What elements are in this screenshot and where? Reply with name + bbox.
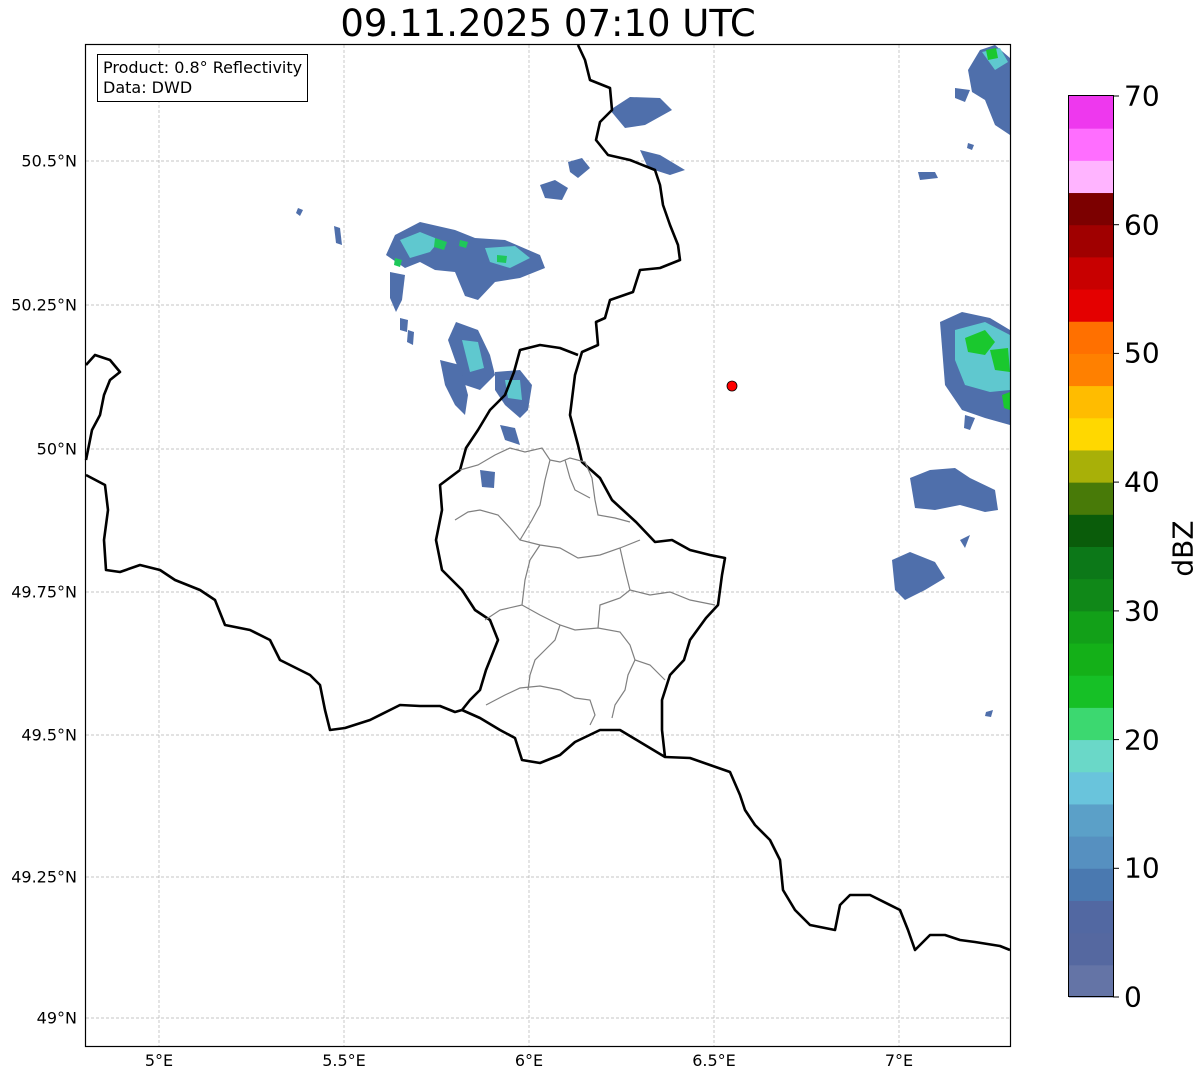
lat-tick-label: 50.25°N bbox=[11, 295, 77, 315]
colorbar-label: dBZ bbox=[1166, 520, 1200, 577]
national-borders bbox=[84, 44, 1011, 952]
lat-tick-label: 50°N bbox=[36, 439, 77, 459]
colorbar-bin bbox=[1069, 289, 1113, 322]
colorbar-bin bbox=[1069, 610, 1113, 644]
lon-tick-label: 6°E bbox=[514, 1051, 544, 1070]
border-france-luxembourg-germany bbox=[461, 708, 1011, 952]
colorbar-bin bbox=[1069, 353, 1113, 387]
colorbar-bin bbox=[1069, 578, 1113, 612]
colorbar-bin bbox=[1069, 96, 1113, 129]
lon-tick-label: 5°E bbox=[144, 1051, 174, 1070]
colorbar-bin bbox=[1069, 868, 1113, 901]
lon-tick-label: 7°E bbox=[884, 1051, 914, 1070]
data-source-label: Data: DWD bbox=[103, 78, 193, 97]
colorbar-bin bbox=[1069, 900, 1113, 934]
colorbar-bin bbox=[1069, 449, 1113, 483]
colorbar-bin bbox=[1069, 321, 1113, 354]
colorbar-bin bbox=[1069, 224, 1113, 258]
lon-tick-label: 6.5°E bbox=[692, 1051, 736, 1070]
product-label: Product: 0.8° Reflectivity bbox=[103, 58, 303, 77]
border-germany-belgium-luxembourg bbox=[568, 44, 727, 758]
colorbar-tick-label: 10 bbox=[1124, 851, 1160, 885]
colorbar-tick-label: 20 bbox=[1124, 723, 1160, 757]
colorbar-tick-label: 30 bbox=[1124, 594, 1160, 628]
echo-cluster-west bbox=[296, 97, 685, 488]
colorbar-tick-label: 70 bbox=[1124, 79, 1160, 113]
colorbar-bin bbox=[1069, 964, 1113, 998]
lat-tick-label: 50.5°N bbox=[21, 151, 77, 171]
colorbar-bin bbox=[1069, 417, 1113, 451]
colorbar-tick-label: 60 bbox=[1124, 208, 1160, 242]
colorbar-bin bbox=[1069, 482, 1113, 515]
lat-tick-label: 49°N bbox=[36, 1008, 77, 1028]
colorbar-bin bbox=[1069, 160, 1113, 194]
colorbar-bin bbox=[1069, 739, 1113, 773]
colorbar-tick-label: 40 bbox=[1124, 465, 1160, 499]
colorbar-bin bbox=[1069, 256, 1113, 290]
colorbar-bin bbox=[1069, 128, 1113, 161]
map-figure bbox=[84, 43, 1119, 1048]
colorbar-bin bbox=[1069, 707, 1113, 741]
lat-tick-label: 49.5°N bbox=[21, 725, 77, 745]
colorbar-bin bbox=[1069, 836, 1113, 869]
colorbar-bin bbox=[1069, 932, 1113, 966]
border-belgium-netherlands-west bbox=[84, 353, 122, 461]
lon-tick-label: 5.5°E bbox=[322, 1051, 366, 1070]
colorbar-tick-label: 0 bbox=[1124, 980, 1142, 1014]
colorbar-bin bbox=[1069, 675, 1113, 708]
colorbar-bin bbox=[1069, 803, 1113, 837]
border-france-belgium bbox=[85, 473, 463, 732]
colorbar-bin bbox=[1069, 643, 1113, 676]
colorbar-bin bbox=[1069, 192, 1113, 226]
colorbar-bin bbox=[1069, 771, 1113, 805]
colorbar-bin bbox=[1069, 514, 1113, 547]
colorbar bbox=[1069, 96, 1113, 998]
colorbar-bin bbox=[1069, 385, 1113, 419]
radar-site-marker bbox=[726, 380, 738, 392]
radar-echoes bbox=[296, 45, 1010, 717]
canton-boundaries bbox=[454, 447, 716, 726]
colorbar-tick-label: 50 bbox=[1124, 336, 1160, 370]
product-info-box: Product: 0.8° Reflectivity Data: DWD bbox=[97, 54, 309, 102]
lat-tick-label: 49.25°N bbox=[11, 867, 77, 887]
lat-tick-label: 49.75°N bbox=[11, 582, 77, 602]
colorbar-bin bbox=[1069, 546, 1113, 580]
